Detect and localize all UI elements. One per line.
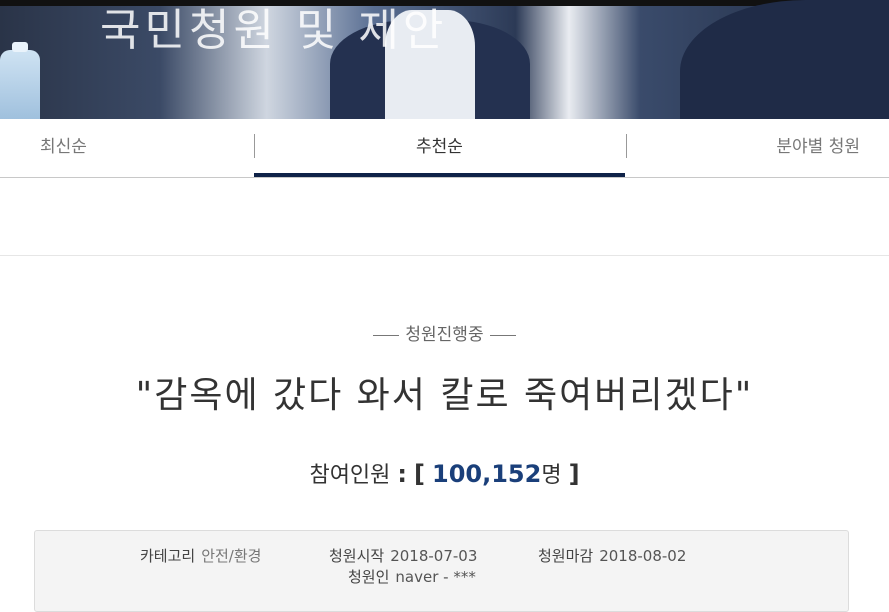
bracket-open: [: [414, 460, 425, 488]
tab-divider: [626, 134, 627, 158]
water-bottle-image: [0, 42, 40, 119]
active-tab-underline: [254, 173, 625, 177]
participants-label: 참여인원: [309, 463, 391, 488]
status-line-left: [373, 334, 400, 336]
author-value: naver - ***: [395, 568, 476, 586]
status-line-right: [489, 334, 516, 336]
participants-count: 참여인원 : [ 100,152명 ]: [0, 457, 889, 489]
participants-unit: 명: [541, 463, 562, 488]
end-value: 2018-08-02: [599, 547, 687, 565]
bracket-close: ]: [568, 460, 580, 488]
petition-title: "감옥에 갔다 와서 칼로 죽여버리겠다": [135, 375, 754, 416]
start-value: 2018-07-03: [390, 547, 478, 565]
category-value: 안전/환경: [201, 547, 262, 565]
tab-recommended-label: 추천순: [416, 137, 463, 157]
info-start-date: 청원시작 2018-07-03: [329, 545, 477, 566]
tab-latest[interactable]: 최신순: [40, 119, 87, 177]
participants-colon: :: [397, 460, 408, 488]
hero-banner: 국민청원 및 제안: [0, 0, 889, 119]
info-category: 카테고리 안전/환경: [140, 545, 261, 566]
sort-tabs: 최신순 추천순 분야별 청원: [0, 119, 889, 178]
tab-recommended[interactable]: 추천순: [254, 119, 625, 177]
category-label: 카테고리: [140, 547, 196, 565]
author-label: 청원인: [348, 568, 390, 586]
tab-by-category[interactable]: 분야별 청원: [776, 119, 860, 177]
hero-title: 국민청원 및 제안: [100, 5, 448, 56]
end-label: 청원마감: [538, 547, 594, 565]
info-author: 청원인 naver - ***: [348, 566, 476, 587]
petition-content: 청원진행중 "감옥에 갔다 와서 칼로 죽여버리겠다" 참여인원 : [ 100…: [0, 255, 889, 612]
bottle-cap: [12, 42, 28, 52]
hero-figure-right: [680, 0, 889, 119]
status-text: 청원진행중: [405, 325, 484, 345]
petition-status: 청원진행중: [0, 320, 889, 345]
start-label: 청원시작: [329, 547, 385, 565]
petition-info-box: 카테고리 안전/환경 청원시작 2018-07-03 청원마감 2018-08-02 …: [34, 530, 849, 612]
info-end-date: 청원마감 2018-08-02: [538, 545, 686, 566]
participants-number: 100,152: [432, 460, 542, 488]
